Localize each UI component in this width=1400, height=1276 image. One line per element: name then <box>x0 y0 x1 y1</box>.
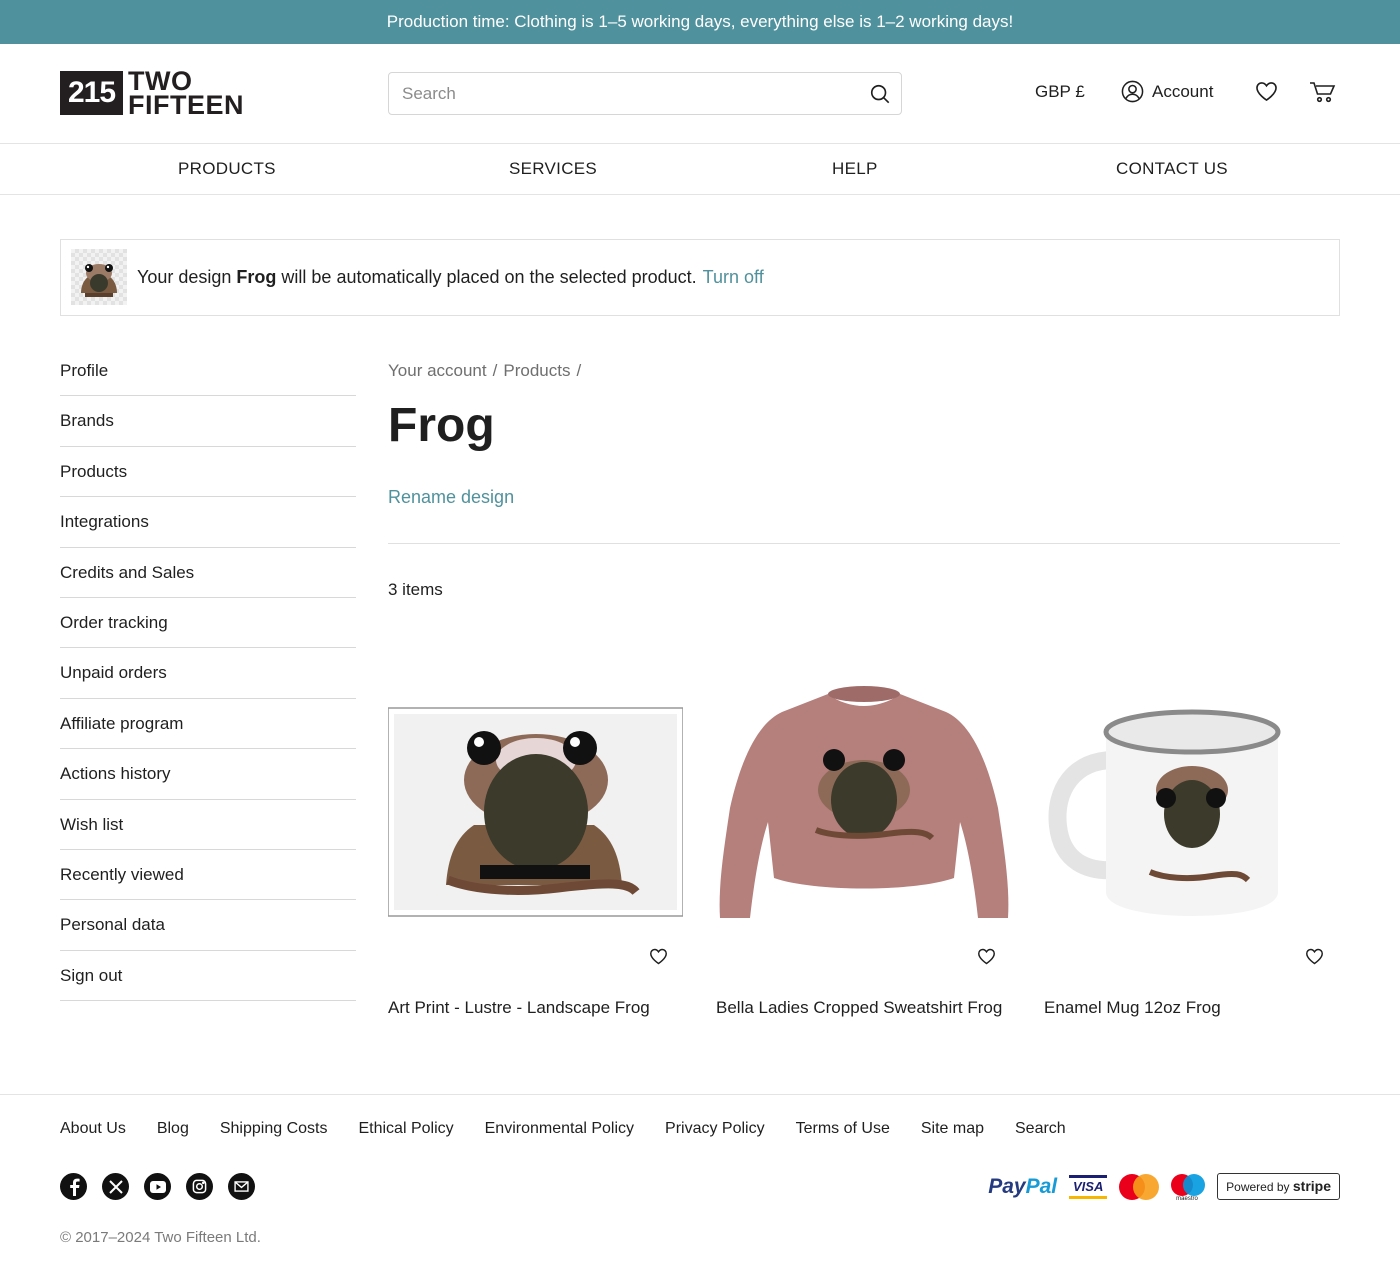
production-time-banner: Production time: Clothing is 1–5 working… <box>0 0 1400 44</box>
frog-thumbnail-image <box>81 264 117 297</box>
logo-line-2: FIFTEEN <box>128 90 244 120</box>
search-box <box>388 72 902 115</box>
account-label: Account <box>1152 81 1214 101</box>
footer-link-shipping-costs[interactable]: Shipping Costs <box>220 1120 328 1138</box>
instagram-icon[interactable] <box>186 1173 213 1200</box>
divider <box>388 543 1340 544</box>
payment-methods: PayPal VISA maestro Powered by stripe <box>988 1173 1340 1202</box>
sidebar-item-recently-viewed[interactable]: Recently viewed <box>60 850 356 901</box>
design-thumbnail <box>71 249 127 305</box>
footer-link-terms-of-use[interactable]: Terms of Use <box>796 1120 890 1138</box>
x-icon[interactable] <box>102 1173 129 1200</box>
heart-icon[interactable] <box>1305 948 1324 965</box>
item-count: 3 items <box>388 580 443 599</box>
sidebar-item-unpaid-orders[interactable]: Unpaid orders <box>60 648 356 699</box>
sidebar-item-affiliate-program[interactable]: Affiliate program <box>60 699 356 750</box>
sidebar-item-brands[interactable]: Brands <box>60 396 356 447</box>
search-input[interactable] <box>389 73 859 114</box>
logo-mark: 215 <box>60 71 123 115</box>
footer-link-blog[interactable]: Blog <box>157 1120 189 1138</box>
footer-link-search[interactable]: Search <box>1015 1120 1066 1138</box>
breadcrumb-separator: / <box>576 361 582 380</box>
account-sidebar: Profile Brands Products Integrations Cre… <box>60 346 356 1002</box>
nav-help[interactable]: HELP <box>832 159 878 179</box>
site-header: 215 TWO FIFTEEN GBP £ Account <box>0 44 1400 144</box>
user-icon <box>1121 80 1144 103</box>
rename-design-link[interactable]: Rename design <box>388 487 514 508</box>
footer-link-site-map[interactable]: Site map <box>921 1120 984 1138</box>
sidebar-item-order-tracking[interactable]: Order tracking <box>60 598 356 649</box>
sidebar-item-credits-and-sales[interactable]: Credits and Sales <box>60 548 356 598</box>
social-links <box>60 1173 255 1200</box>
logo-wordmark: TWO FIFTEEN <box>128 68 244 120</box>
page-title: Frog <box>388 399 495 452</box>
product-name[interactable]: Bella Ladies Cropped Sweatshirt Frog <box>716 997 1006 1018</box>
facebook-icon[interactable] <box>60 1173 87 1200</box>
maestro-label: maestro <box>1176 1195 1198 1202</box>
maestro-logo: maestro <box>1171 1173 1206 1202</box>
paypal-logo: PayPal <box>988 1174 1058 1198</box>
product-name[interactable]: Art Print - Lustre - Landscape Frog <box>388 997 678 1018</box>
sidebar-item-sign-out[interactable]: Sign out <box>60 951 356 1002</box>
footer-link-ethical-policy[interactable]: Ethical Policy <box>358 1120 453 1138</box>
currency-selector[interactable]: GBP £ <box>1035 82 1085 102</box>
copyright: © 2017–2024 Two Fifteen Ltd. <box>60 1229 261 1246</box>
mastercard-logo <box>1119 1173 1160 1200</box>
youtube-icon[interactable] <box>144 1173 171 1200</box>
cart-icon[interactable] <box>1309 80 1337 104</box>
footer-links: About Us Blog Shipping Costs Ethical Pol… <box>60 1120 1066 1138</box>
sidebar-item-products[interactable]: Products <box>60 447 356 498</box>
breadcrumb-products[interactable]: Products <box>503 361 570 380</box>
nav-services[interactable]: SERVICES <box>509 159 597 179</box>
sidebar-item-wish-list[interactable]: Wish list <box>60 800 356 850</box>
product-name[interactable]: Enamel Mug 12oz Frog <box>1044 997 1334 1018</box>
mug-image[interactable] <box>1044 680 1339 930</box>
nav-contact-us[interactable]: CONTACT US <box>1116 159 1228 179</box>
footer-link-about-us[interactable]: About Us <box>60 1120 126 1138</box>
heart-icon[interactable] <box>1255 81 1278 102</box>
notice-message: Your design Frog will be automatically p… <box>137 267 764 287</box>
footer-link-privacy-policy[interactable]: Privacy Policy <box>665 1120 765 1138</box>
design-notice: Your design Frog will be automatically p… <box>60 239 1340 316</box>
email-icon[interactable] <box>228 1173 255 1200</box>
visa-logo: VISA <box>1069 1174 1108 1199</box>
heart-icon[interactable] <box>649 948 668 965</box>
turn-off-link[interactable]: Turn off <box>703 267 764 287</box>
sweatshirt-image[interactable] <box>716 680 1011 930</box>
account-link[interactable]: Account <box>1121 80 1213 103</box>
sidebar-item-integrations[interactable]: Integrations <box>60 497 356 548</box>
site-footer: About Us Blog Shipping Costs Ethical Pol… <box>0 1094 1400 1276</box>
footer-link-environmental-policy[interactable]: Environmental Policy <box>485 1120 634 1138</box>
breadcrumb-separator: / <box>492 361 498 380</box>
stripe-badge: Powered by stripe <box>1217 1173 1340 1200</box>
art-print-image[interactable] <box>388 680 683 930</box>
site-logo[interactable]: 215 TWO FIFTEEN <box>60 68 244 120</box>
main-nav: PRODUCTS SERVICES HELP CONTACT US <box>0 144 1400 195</box>
sidebar-item-actions-history[interactable]: Actions history <box>60 749 356 800</box>
sidebar-item-personal-data[interactable]: Personal data <box>60 900 356 951</box>
breadcrumb-your-account[interactable]: Your account <box>388 361 487 380</box>
heart-icon[interactable] <box>977 948 996 965</box>
search-icon[interactable] <box>869 83 891 105</box>
sidebar-item-profile[interactable]: Profile <box>60 346 356 397</box>
notice-design-name: Frog <box>236 267 277 287</box>
breadcrumb: Your account / Products / <box>388 361 587 381</box>
nav-products[interactable]: PRODUCTS <box>178 159 276 179</box>
